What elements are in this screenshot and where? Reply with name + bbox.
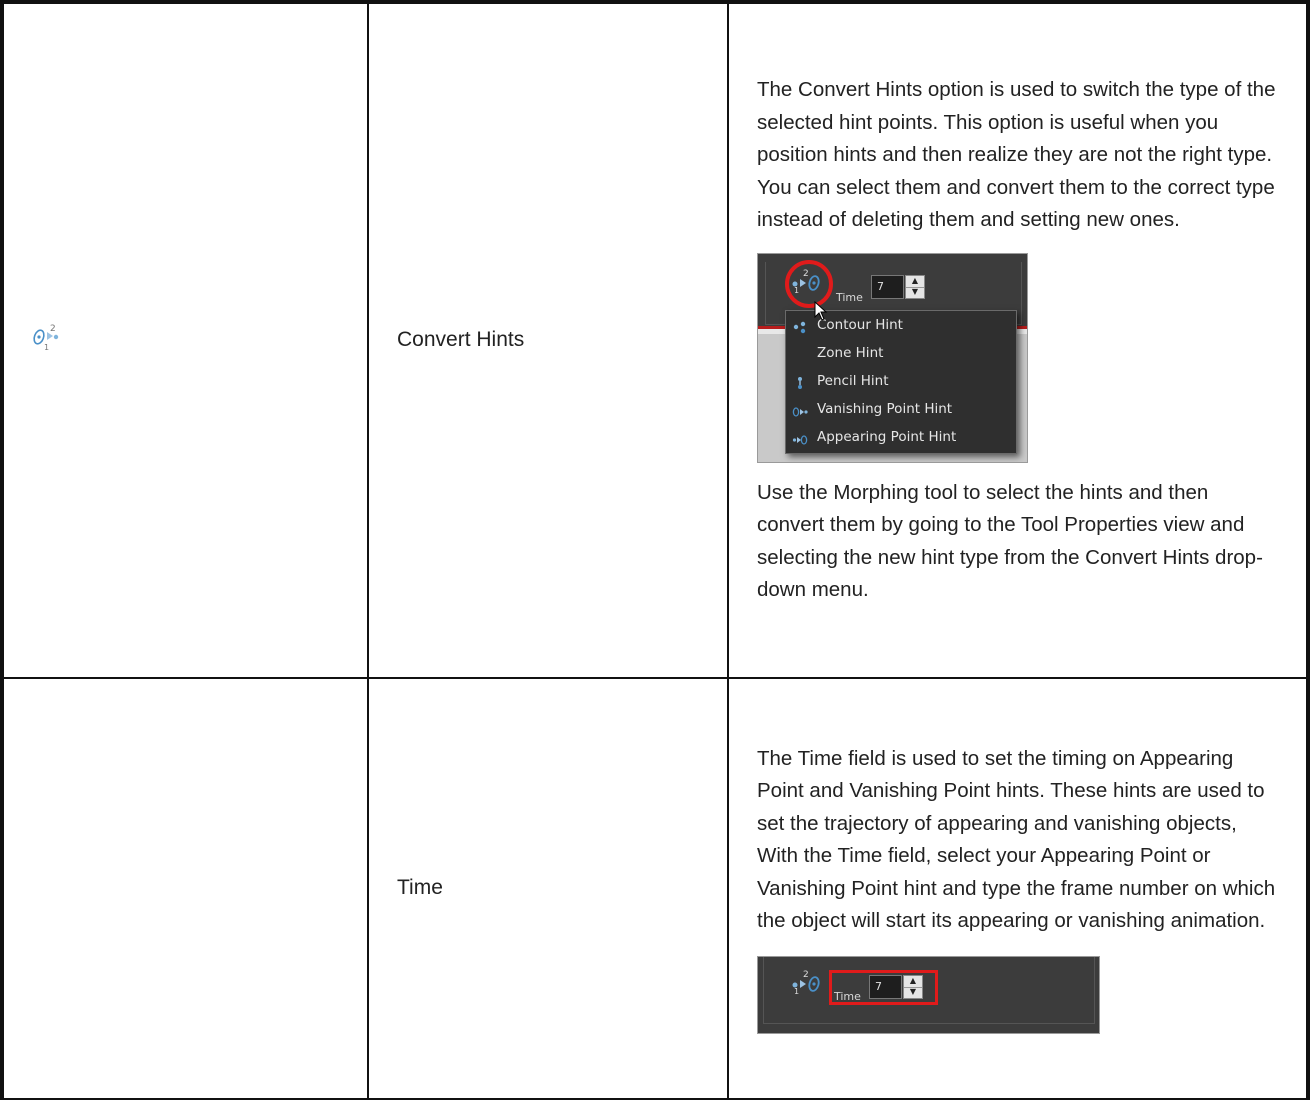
convert-hints-icon[interactable]: 2 1 bbox=[790, 969, 822, 996]
property-description: The Time field is used to set the timing… bbox=[727, 676, 1310, 1100]
reference-table: 2 1 Convert Hints The Convert Hints opti… bbox=[0, 0, 1310, 1100]
table-row: Time The Time field is used to set the t… bbox=[0, 676, 1310, 1100]
property-description: The Convert Hints option is used to swit… bbox=[727, 0, 1310, 679]
svg-text:1: 1 bbox=[44, 343, 49, 352]
menu-item-label: Zone Hint bbox=[817, 344, 884, 361]
highlight-rectangle bbox=[829, 969, 938, 1005]
property-name: Time bbox=[367, 676, 729, 1100]
svg-text:2: 2 bbox=[803, 970, 809, 980]
vanishing-point-hint-icon bbox=[792, 401, 808, 417]
description-paragraph: The Time field is used to set the timing… bbox=[757, 746, 1276, 933]
svg-text:1: 1 bbox=[794, 987, 799, 995]
time-field-screenshot: 2 1 Time 7 ▲ ▼ bbox=[757, 955, 1100, 1034]
menu-item-vanishing-point-hint[interactable]: Vanishing Point Hint bbox=[786, 395, 1016, 423]
menu-item-label: Contour Hint bbox=[817, 316, 903, 333]
description-paragraph: Use the Morphing tool to select the hint… bbox=[757, 480, 1263, 602]
appearing-point-hint-icon bbox=[792, 429, 808, 445]
convert-hints-dropdown-menu: Contour Hint Zone Hint Pencil Hint Vanis… bbox=[785, 309, 1017, 454]
icon-cell bbox=[0, 676, 369, 1100]
pencil-hint-icon bbox=[792, 373, 808, 389]
icon-cell: 2 1 bbox=[0, 0, 369, 679]
description-paragraph: The Convert Hints option is used to swit… bbox=[757, 78, 1276, 232]
menu-item-label: Appearing Point Hint bbox=[817, 428, 957, 445]
contour-hint-icon bbox=[792, 317, 808, 333]
menu-item-label: Vanishing Point Hint bbox=[817, 400, 953, 417]
time-input[interactable]: 7 bbox=[871, 274, 904, 299]
table-row: 2 1 Convert Hints The Convert Hints opti… bbox=[0, 0, 1310, 679]
vanishing-point-hint-icon: 2 1 bbox=[30, 323, 80, 353]
menu-item-zone-hint[interactable]: Zone Hint bbox=[786, 339, 1016, 367]
time-stepper[interactable]: ▲ ▼ bbox=[905, 274, 925, 299]
arrow-down-icon[interactable]: ▼ bbox=[906, 287, 924, 298]
convert-hints-screenshot: 2 1 Time 7 ▲ ▼ Contour Hint Zone Hint Pe… bbox=[757, 252, 1028, 463]
menu-item-pencil-hint[interactable]: Pencil Hint bbox=[786, 367, 1016, 395]
mouse-cursor-icon bbox=[814, 298, 828, 321]
svg-text:2: 2 bbox=[50, 324, 56, 334]
menu-item-label: Pencil Hint bbox=[817, 372, 889, 389]
menu-item-appearing-point-hint[interactable]: Appearing Point Hint bbox=[786, 423, 1016, 451]
property-name: Convert Hints bbox=[367, 0, 729, 679]
